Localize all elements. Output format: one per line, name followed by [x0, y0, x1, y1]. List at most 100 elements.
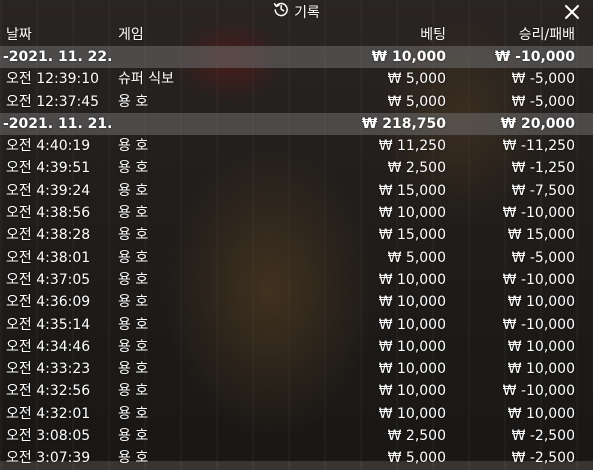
row-game: 용 호 [118, 271, 149, 288]
column-header-game: 게임 [118, 27, 144, 43]
row-game: 용 호 [118, 294, 149, 311]
row-bet: ₩ 10,000 [378, 205, 446, 222]
row-date: 오전 3:07:39 [6, 450, 91, 467]
row-game: 용 호 [118, 450, 149, 467]
row-date: 오전 4:38:01 [6, 249, 91, 266]
row-game: 용 호 [118, 182, 149, 199]
row-bet: ₩ 2,500 [387, 428, 446, 445]
row-date: 오전 4:35:14 [6, 316, 91, 333]
row-bet: ₩ 10,000 [378, 383, 446, 400]
row-bet: ₩ 11,250 [378, 138, 446, 155]
row-bet: ₩ 5,000 [387, 249, 446, 266]
history-row: 오전 4:35:14 용 호 ₩ 10,000 ₩ -10,000 [0, 314, 593, 336]
history-row: 오전 4:40:19 용 호 ₩ 11,250 ₩ -11,250 [0, 135, 593, 157]
row-date: 오전 4:38:28 [6, 227, 91, 244]
row-game: 용 호 [118, 361, 149, 378]
date-group-row: -2021. 11. 22. ₩ 10,000 ₩ -10,000 [0, 46, 593, 69]
row-bet: ₩ 15,000 [378, 227, 446, 244]
close-button[interactable] [561, 1, 583, 23]
row-bet: ₩ 5,000 [387, 450, 446, 467]
row-date: 오전 4:33:23 [6, 361, 91, 378]
table-header: 날짜 게임 베팅 승리/패배 [0, 24, 593, 46]
history-panel: 기록 날짜 게임 베팅 승리/패배 -2021. 11. 22. ₩ 10,000… [0, 0, 593, 466]
row-result: ₩ -10,000 [502, 205, 575, 222]
row-result: ₩ 20,000 [500, 115, 575, 132]
history-list: -2021. 11. 22. ₩ 10,000 ₩ -10,000 오전 12:39:… [0, 46, 593, 470]
history-row: 오전 4:38:56 용 호 ₩ 10,000 ₩ -10,000 [0, 202, 593, 224]
row-result: ₩ 10,000 [507, 405, 575, 422]
history-row: 오전 12:37:45 용 호 ₩ 5,000 ₩ -5,000 [0, 91, 593, 113]
history-row: 오전 4:38:01 용 호 ₩ 5,000 ₩ -5,000 [0, 247, 593, 269]
row-game: 용 호 [118, 227, 149, 244]
row-game: 용 호 [118, 405, 149, 422]
row-bet: ₩ 2,500 [387, 160, 446, 177]
row-game: 용 호 [118, 383, 149, 400]
history-row: 오전 12:39:10 슈퍼 식보 ₩ 5,000 ₩ -5,000 [0, 68, 593, 90]
row-result: ₩ -5,000 [511, 71, 575, 88]
history-row: 오전 3:08:05 용 호 ₩ 2,500 ₩ -2,500 [0, 425, 593, 447]
panel-title: 기록 [0, 2, 593, 22]
row-date: 오전 12:37:45 [6, 93, 100, 110]
history-row: 오전 4:39:51 용 호 ₩ 2,500 ₩ -1,250 [0, 157, 593, 179]
title-bar: 기록 [0, 0, 593, 24]
row-result: ₩ -5,000 [511, 93, 575, 110]
row-bet: ₩ 218,750 [361, 115, 446, 132]
row-result: ₩ 10,000 [507, 338, 575, 355]
column-header-result: 승리/패배 [518, 27, 575, 43]
row-bet: ₩ 10,000 [378, 316, 446, 333]
date-group-row: -2021. 11. 21. ₩ 218,750 ₩ 20,000 [0, 112, 593, 136]
history-row: 오전 4:33:23 용 호 ₩ 10,000 ₩ 10,000 [0, 358, 593, 380]
history-row: 오전 4:38:28 용 호 ₩ 15,000 ₩ 15,000 [0, 224, 593, 246]
row-game: 용 호 [118, 138, 149, 155]
row-game: 용 호 [118, 316, 149, 333]
row-result: ₩ 10,000 [507, 361, 575, 378]
row-result: ₩ 15,000 [507, 227, 575, 244]
row-bet: ₩ 5,000 [387, 93, 446, 110]
row-date: 오전 12:39:10 [6, 71, 100, 88]
row-date: 오전 4:34:46 [6, 338, 91, 355]
row-result: ₩ -10,000 [494, 49, 575, 65]
row-game: 슈퍼 식보 [118, 71, 174, 88]
row-result: ₩ -1,250 [511, 160, 575, 177]
row-result: ₩ -10,000 [502, 316, 575, 333]
row-date: 오전 4:38:56 [6, 205, 91, 222]
row-result: ₩ -2,500 [511, 450, 575, 467]
row-result: ₩ -7,500 [511, 182, 575, 199]
row-game: 용 호 [118, 205, 149, 222]
row-date: 오전 4:40:19 [6, 138, 91, 155]
history-row: 오전 4:32:56 용 호 ₩ 10,000 ₩ -10,000 [0, 380, 593, 402]
column-header-bet: 베팅 [420, 27, 446, 43]
row-date: 오전 4:39:51 [6, 160, 91, 177]
row-result: ₩ -10,000 [502, 383, 575, 400]
row-game: 용 호 [118, 249, 149, 266]
row-date: 오전 4:36:09 [6, 294, 91, 311]
history-row: 오전 4:34:46 용 호 ₩ 10,000 ₩ 10,000 [0, 336, 593, 358]
row-bet: ₩ 10,000 [378, 361, 446, 378]
row-result: ₩ -2,500 [511, 428, 575, 445]
row-bet: ₩ 10,000 [378, 294, 446, 311]
row-bet: ₩ 10,000 [371, 49, 446, 65]
row-date: 오전 4:32:01 [6, 405, 91, 422]
row-bet: ₩ 10,000 [378, 405, 446, 422]
row-bet: ₩ 10,000 [378, 271, 446, 288]
column-header-date: 날짜 [6, 27, 32, 43]
row-game: 용 호 [118, 160, 149, 177]
panel-title-text: 기록 [294, 5, 320, 21]
row-date: 오전 4:37:05 [6, 271, 91, 288]
row-bet: ₩ 15,000 [378, 182, 446, 199]
close-icon [565, 5, 579, 19]
row-result: ₩ -11,250 [502, 138, 575, 155]
row-result: ₩ -10,000 [502, 271, 575, 288]
history-row: 오전 4:37:05 용 호 ₩ 10,000 ₩ -10,000 [0, 269, 593, 291]
row-game: 용 호 [118, 428, 149, 445]
history-row: 오전 3:07:39 용 호 ₩ 5,000 ₩ -2,500 [0, 447, 593, 469]
row-result: ₩ 10,000 [507, 294, 575, 311]
row-date: 오전 4:39:24 [6, 182, 91, 199]
row-date: 오전 3:08:05 [6, 428, 91, 445]
row-result: ₩ -5,000 [511, 249, 575, 266]
row-game: 용 호 [118, 93, 149, 110]
history-row: 오전 4:36:09 용 호 ₩ 10,000 ₩ 10,000 [0, 291, 593, 313]
row-bet: ₩ 10,000 [378, 338, 446, 355]
history-row: 오전 4:39:24 용 호 ₩ 15,000 ₩ -7,500 [0, 180, 593, 202]
row-bet: ₩ 5,000 [387, 71, 446, 88]
